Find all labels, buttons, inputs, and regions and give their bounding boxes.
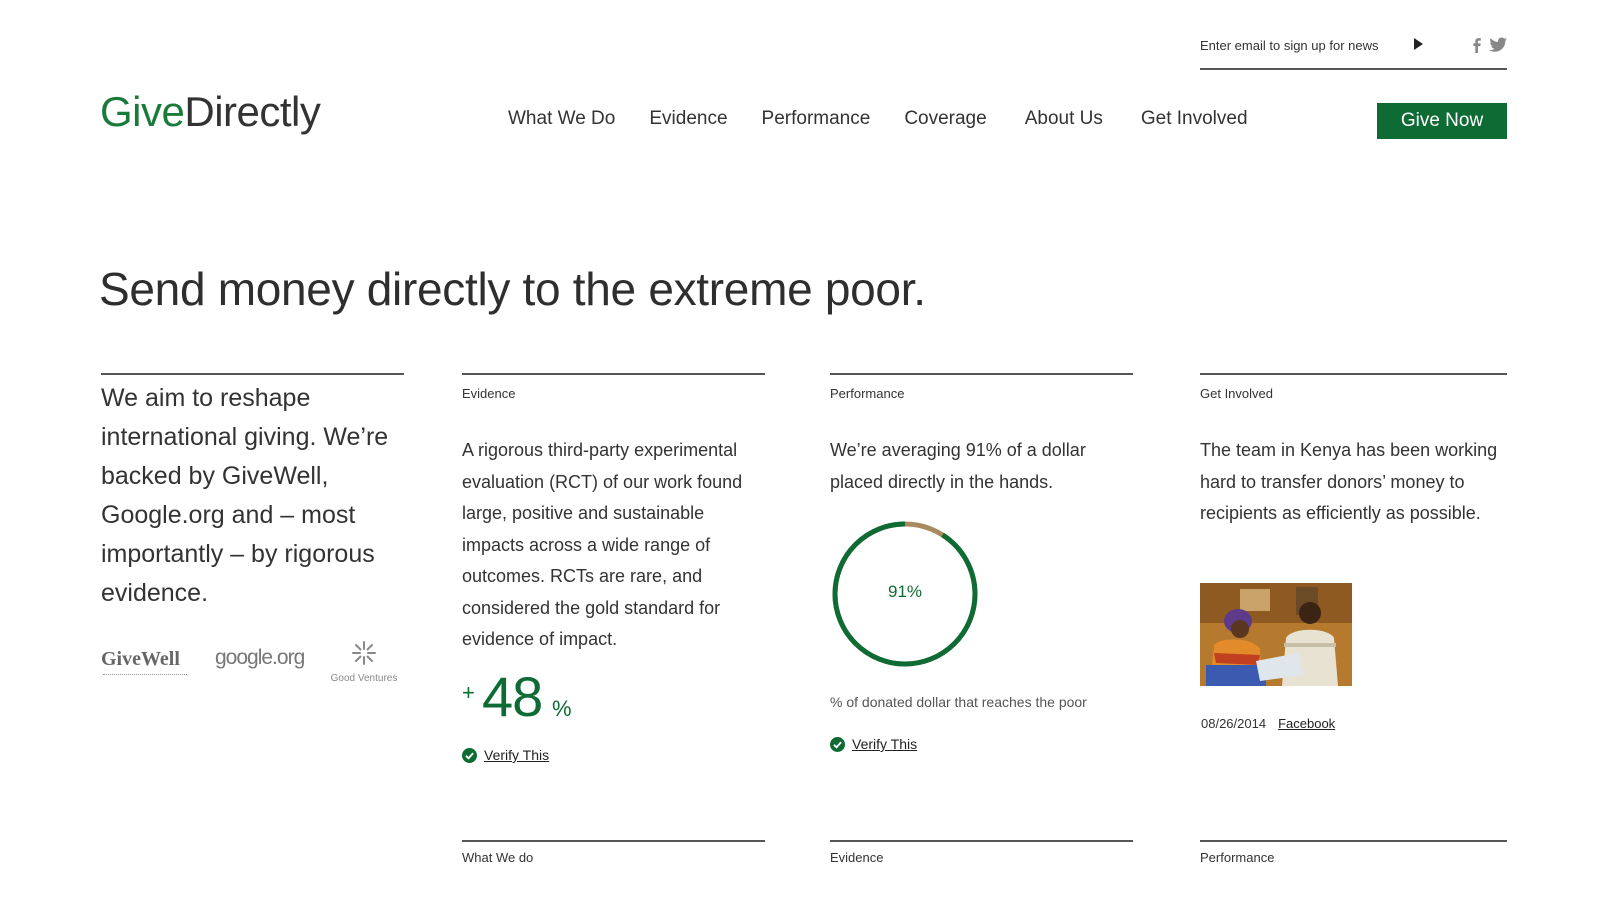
performance-column: Performance We’re averaging 91% of a dol…	[830, 373, 1133, 498]
performance-verify: Verify This	[830, 736, 917, 752]
intro-column: We aim to reshape international giving. …	[101, 373, 404, 613]
good-ventures-burst-icon	[352, 641, 376, 665]
give-now-button[interactable]: Give Now	[1377, 103, 1507, 139]
check-circle-icon	[830, 736, 845, 752]
givewell-tagline-decoration	[103, 674, 187, 677]
nav-about-us[interactable]: About Us	[1025, 108, 1103, 130]
main-nav: What We Do Evidence Performance Coverage…	[508, 108, 1282, 130]
bottom-column-performance: Performance	[1200, 840, 1507, 865]
performance-body: We’re averaging 91% of a dollar placed d…	[830, 440, 1086, 492]
nav-coverage[interactable]: Coverage	[904, 108, 986, 130]
twitter-icon[interactable]	[1488, 36, 1508, 54]
facebook-icon[interactable]	[1468, 36, 1486, 54]
email-signup-input[interactable]	[1200, 30, 1410, 60]
performance-caption: % of donated dollar that reaches the poo…	[830, 694, 1087, 710]
givedirectly-logo[interactable]: GiveDirectly	[100, 88, 321, 136]
ring-percentage-label: 91%	[887, 582, 923, 601]
good-ventures-logo[interactable]: Good Ventures	[329, 640, 399, 684]
evidence-verify-link[interactable]: Verify This	[484, 747, 549, 763]
performance-label: Performance	[830, 386, 905, 401]
good-ventures-text: Good Ventures	[330, 673, 398, 684]
evidence-body: A rigorous third-party experimental eval…	[462, 440, 743, 649]
nav-performance[interactable]: Performance	[762, 108, 871, 130]
get-involved-label: Get Involved	[1200, 386, 1273, 401]
post-date: 08/26/2014	[1201, 716, 1267, 731]
performance-verify-link[interactable]: Verify This	[852, 736, 917, 752]
get-involved-column: Get Involved The team in Kenya has been …	[1200, 373, 1507, 530]
bottom-label-evidence: Evidence	[830, 850, 884, 865]
bottom-label-performance: Performance	[1200, 850, 1275, 865]
nav-get-involved[interactable]: Get Involved	[1141, 108, 1248, 130]
google-org-logo[interactable]: google.org	[215, 646, 305, 670]
newsletter-signup	[1200, 30, 1507, 70]
partner-logos: GiveWell google.org Good Ventures	[101, 640, 401, 684]
stat-plus: +	[462, 680, 475, 705]
facebook-link[interactable]: Facebook	[1278, 716, 1335, 731]
get-involved-body: The team in Kenya has been working hard …	[1200, 440, 1498, 523]
bottom-column-evidence: Evidence	[830, 840, 1133, 865]
check-circle-icon	[462, 747, 477, 763]
post-meta: 08/26/2014 Facebook	[1201, 716, 1335, 731]
nav-evidence[interactable]: Evidence	[649, 108, 727, 130]
bottom-label-what-we-do: What We do	[462, 850, 534, 865]
logo-give-text: Give	[100, 88, 185, 135]
bottom-column-what-we-do: What We do	[462, 840, 765, 865]
nav-what-we-do[interactable]: What We Do	[508, 108, 615, 130]
evidence-label: Evidence	[462, 386, 516, 401]
signup-submit-arrow-icon[interactable]	[1414, 38, 1423, 50]
evidence-verify: Verify This	[462, 747, 549, 763]
stat-unit: %	[552, 696, 572, 721]
evidence-column: Evidence A rigorous third-party experime…	[462, 373, 765, 656]
hero-title: Send money directly to the extreme poor.	[99, 263, 926, 315]
stat-value: 48	[482, 665, 543, 728]
intro-text: We aim to reshape international giving. …	[101, 384, 389, 607]
kenya-team-photo[interactable]	[1200, 583, 1352, 686]
logo-directly-text: Directly	[184, 88, 321, 135]
givewell-logo[interactable]: GiveWell	[101, 648, 180, 671]
